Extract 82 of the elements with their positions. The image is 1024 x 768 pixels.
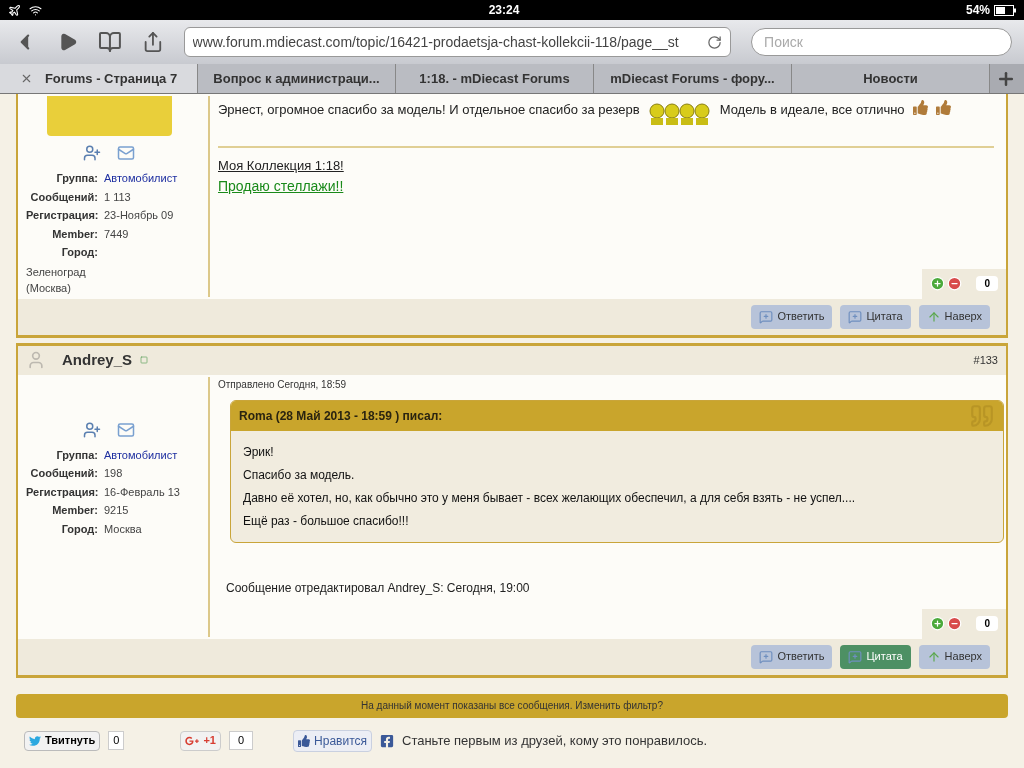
reload-icon[interactable] bbox=[707, 34, 723, 50]
profile-value: Зеленоград (Москва) bbox=[26, 264, 87, 296]
profile-label: Город: bbox=[60, 521, 98, 537]
top-button[interactable]: Наверх bbox=[918, 304, 990, 329]
quote-line: Спасибо за модель. bbox=[243, 466, 356, 484]
vote-down-icon[interactable] bbox=[947, 276, 962, 291]
add-friend-icon[interactable] bbox=[83, 420, 101, 439]
battery-icon bbox=[994, 4, 1016, 16]
thumbs-up-icon bbox=[935, 100, 951, 115]
speech-bubble-plus-icon bbox=[759, 309, 774, 324]
thumbs-up-icon bbox=[912, 100, 928, 115]
search-field[interactable]: Поиск bbox=[751, 28, 1012, 56]
signature-link[interactable]: Продаю стеллажи!! bbox=[218, 175, 344, 197]
bird-icon bbox=[29, 734, 41, 747]
profile-label: Регистрация: bbox=[26, 208, 98, 223]
quote-button[interactable]: Цитата bbox=[840, 644, 911, 669]
profile-value: Москва bbox=[104, 521, 142, 537]
airplane-icon bbox=[8, 3, 21, 17]
facebook-icon bbox=[380, 733, 394, 748]
profile-label: Member: bbox=[51, 503, 98, 518]
tweet-button[interactable]: Твитнуть bbox=[24, 730, 101, 751]
profile-label: Сообщений: bbox=[29, 189, 98, 205]
edited-note: Сообщение отредактировал Andrey_S: Сегодня, 19:00 bbox=[226, 579, 530, 597]
browser-tab[interactable]: 1:18. - mDiecast Forums bbox=[396, 64, 594, 93]
mail-icon[interactable] bbox=[117, 144, 135, 162]
quote-button[interactable]: Цитата bbox=[840, 304, 911, 329]
vote-up-icon[interactable] bbox=[930, 616, 945, 631]
google-plus-count: 0 bbox=[228, 731, 254, 750]
profile-value: 23-Ноябрь 09 bbox=[104, 208, 174, 223]
posted-date: Отправлено Сегодня, 18:59 bbox=[218, 377, 348, 392]
profile-value: 1 113 bbox=[104, 189, 131, 205]
quote-title: Roma (28 Май 2013 - 18:59 ) писал: bbox=[239, 407, 443, 425]
browser-tab[interactable]: Вопрос к администраци... bbox=[198, 64, 396, 93]
profile-value: 7449 bbox=[104, 226, 129, 242]
filter-notice[interactable]: На данный момент показаны все сообщения. Изменить фильтр? bbox=[361, 698, 663, 713]
group-link[interactable]: Автомобилист bbox=[104, 446, 178, 463]
profile-label: Город: bbox=[60, 245, 98, 260]
message-text: Эрнест, огромное спасибо за модель! И отдельное спасибо за резерв bbox=[218, 101, 640, 119]
online-status-icon bbox=[140, 356, 149, 364]
clock: 23:24 bbox=[487, 2, 521, 19]
like-prompt: Станьте первым из друзей, кому это понравилось. bbox=[402, 731, 708, 750]
reply-button[interactable]: Ответить bbox=[751, 304, 833, 329]
profile-value: 16-Февраль 13 bbox=[104, 484, 180, 500]
like-button[interactable]: Нравится bbox=[293, 729, 372, 752]
speech-bubble-plus-icon bbox=[848, 649, 863, 664]
wifi-icon bbox=[29, 3, 42, 17]
add-friend-icon[interactable] bbox=[83, 144, 101, 162]
speech-bubble-plus-icon bbox=[759, 649, 774, 664]
browser-tab[interactable]: Forums - Страница 7 bbox=[0, 64, 198, 93]
user-icon bbox=[26, 350, 46, 370]
message-text: Модель в идеале, все отлично bbox=[719, 101, 905, 119]
quote-line: Эрик! bbox=[243, 443, 275, 461]
reply-button[interactable]: Ответить bbox=[751, 644, 833, 669]
quote-line: Ещё раз - большое спасибо!!! bbox=[243, 512, 410, 530]
profile-label: Группа: bbox=[55, 447, 98, 463]
profile-label: Сообщений: bbox=[29, 466, 98, 481]
top-button[interactable]: Наверх bbox=[918, 644, 990, 669]
vote-down-icon[interactable] bbox=[947, 616, 962, 631]
google-plus-button[interactable]: +1 bbox=[180, 730, 221, 751]
smiley-group-icon bbox=[647, 100, 712, 126]
thumbs-up-icon bbox=[298, 734, 311, 747]
profile-label: Группа: bbox=[55, 171, 98, 186]
profile-label: Member: bbox=[51, 226, 98, 242]
url-field[interactable]: www.forum.mdiecast.com/topic/16421-prodaetsja-chast-kollekcii-118/page__st bbox=[183, 27, 732, 57]
rating-count: 0 bbox=[976, 616, 998, 631]
group-link[interactable]: Автомобилист bbox=[104, 170, 178, 187]
quote-line: Давно её хотел, но, как обычно это у меня бывает - всех желающих обеспечил, а для себя взять - не успел.... bbox=[243, 489, 857, 507]
signature-link[interactable]: Моя Коллекция 1:18! bbox=[218, 156, 344, 176]
profile-label: Регистрация: bbox=[26, 484, 98, 500]
browser-tab[interactable]: Новости bbox=[792, 64, 990, 93]
bookmarks-button[interactable] bbox=[97, 30, 122, 54]
profile-value: 9215 bbox=[104, 503, 129, 518]
browser-tab[interactable]: mDiecast Forums - фору... bbox=[594, 64, 792, 93]
mail-icon[interactable] bbox=[117, 420, 135, 439]
battery-percent: 54% bbox=[965, 2, 990, 19]
profile-value: 198 bbox=[104, 466, 123, 481]
tweet-count: 0 bbox=[108, 731, 125, 750]
vote-up-icon[interactable] bbox=[930, 276, 945, 291]
speech-bubble-plus-icon bbox=[848, 309, 863, 324]
rating-count: 0 bbox=[976, 276, 998, 291]
post-number[interactable]: #133 bbox=[973, 351, 998, 369]
author-name[interactable]: Andrey_S bbox=[62, 348, 133, 372]
